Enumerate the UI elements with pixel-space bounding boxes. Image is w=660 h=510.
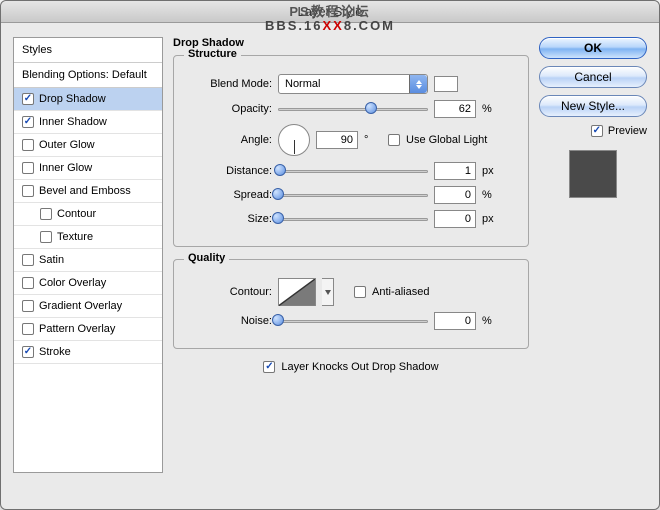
anti-aliased-checkbox[interactable] [354, 286, 366, 298]
checkbox-inner-shadow[interactable] [22, 116, 34, 128]
new-style-button[interactable]: New Style... [539, 95, 647, 117]
checkbox-stroke[interactable] [22, 346, 34, 358]
blending-options[interactable]: Blending Options: Default [14, 63, 162, 88]
contour-label: Contour: [186, 286, 272, 298]
style-label: Satin [39, 254, 64, 266]
opacity-slider[interactable] [278, 102, 428, 116]
angle-label: Angle: [186, 134, 272, 146]
style-label: Stroke [39, 346, 71, 358]
checkbox-contour[interactable] [40, 208, 52, 220]
distance-input[interactable] [434, 162, 476, 180]
spread-unit: % [482, 189, 500, 201]
opacity-input[interactable] [434, 100, 476, 118]
style-row-outer-glow[interactable]: Outer Glow [14, 134, 162, 157]
ok-button[interactable]: OK [539, 37, 647, 59]
spread-label: Spread: [186, 189, 272, 201]
knockout-label: Layer Knocks Out Drop Shadow [281, 361, 438, 373]
checkbox-pattern-overlay[interactable] [22, 323, 34, 335]
structure-title: Structure [184, 48, 241, 60]
checkbox-color-overlay[interactable] [22, 277, 34, 289]
use-global-light-checkbox[interactable] [388, 134, 400, 146]
layer-style-dialog: Layer Style PS教程论坛 BBS.16XX8.COM Styles … [0, 0, 660, 510]
style-label: Outer Glow [39, 139, 95, 151]
checkbox-texture[interactable] [40, 231, 52, 243]
dialog-title: Layer Style [297, 4, 362, 19]
style-row-drop-shadow[interactable]: Drop Shadow [14, 88, 162, 111]
contour-dropdown-button[interactable] [322, 278, 334, 306]
cancel-button[interactable]: Cancel [539, 66, 647, 88]
knockout-checkbox[interactable] [263, 361, 275, 373]
preview-label: Preview [608, 125, 647, 137]
noise-slider[interactable] [278, 314, 428, 328]
distance-label: Distance: [186, 165, 272, 177]
preview-thumbnail [569, 150, 617, 198]
style-row-stroke[interactable]: Stroke [14, 341, 162, 364]
noise-label: Noise: [186, 315, 272, 327]
noise-input[interactable] [434, 312, 476, 330]
style-label: Color Overlay [39, 277, 106, 289]
quality-title: Quality [184, 252, 229, 264]
size-input[interactable] [434, 210, 476, 228]
use-global-light-label: Use Global Light [406, 134, 487, 146]
checkbox-inner-glow[interactable] [22, 162, 34, 174]
styles-panel: Styles Blending Options: Default Drop Sh… [13, 37, 163, 473]
style-row-bevel-emboss[interactable]: Bevel and Emboss [14, 180, 162, 203]
spread-input[interactable] [434, 186, 476, 204]
style-row-pattern-overlay[interactable]: Pattern Overlay [14, 318, 162, 341]
style-row-inner-shadow[interactable]: Inner Shadow [14, 111, 162, 134]
angle-input[interactable] [316, 131, 358, 149]
right-column: OK Cancel New Style... Preview [539, 37, 647, 473]
checkbox-gradient-overlay[interactable] [22, 300, 34, 312]
checkbox-bevel-emboss[interactable] [22, 185, 34, 197]
blend-mode-value: Normal [285, 78, 320, 90]
blend-mode-label: Blend Mode: [186, 78, 272, 90]
anti-aliased-label: Anti-aliased [372, 286, 429, 298]
opacity-label: Opacity: [186, 103, 272, 115]
contour-picker[interactable] [278, 278, 316, 306]
style-label: Contour [57, 208, 96, 220]
style-row-inner-glow[interactable]: Inner Glow [14, 157, 162, 180]
style-label: Texture [57, 231, 93, 243]
titlebar: Layer Style [1, 1, 659, 23]
style-label: Inner Shadow [39, 116, 107, 128]
size-slider[interactable] [278, 212, 428, 226]
style-label: Drop Shadow [39, 93, 106, 105]
styles-header[interactable]: Styles [14, 38, 162, 63]
angle-dial[interactable] [278, 124, 310, 156]
style-row-gradient-overlay[interactable]: Gradient Overlay [14, 295, 162, 318]
spread-slider[interactable] [278, 188, 428, 202]
style-label: Bevel and Emboss [39, 185, 131, 197]
style-row-satin[interactable]: Satin [14, 249, 162, 272]
noise-unit: % [482, 315, 500, 327]
distance-unit: px [482, 165, 500, 177]
style-label: Pattern Overlay [39, 323, 115, 335]
shadow-color-swatch[interactable] [434, 76, 458, 92]
style-row-texture[interactable]: Texture [14, 226, 162, 249]
checkbox-outer-glow[interactable] [22, 139, 34, 151]
checkbox-satin[interactable] [22, 254, 34, 266]
chevron-updown-icon [409, 75, 427, 93]
opacity-unit: % [482, 103, 500, 115]
quality-group: Quality Contour: Anti-aliased Noise: [173, 259, 529, 349]
settings-panel: Drop Shadow Structure Blend Mode: Normal… [173, 37, 529, 473]
structure-group: Structure Blend Mode: Normal Opacity: [173, 55, 529, 247]
size-label: Size: [186, 213, 272, 225]
distance-slider[interactable] [278, 164, 428, 178]
style-row-color-overlay[interactable]: Color Overlay [14, 272, 162, 295]
style-row-contour[interactable]: Contour [14, 203, 162, 226]
preview-checkbox[interactable] [591, 125, 603, 137]
style-label: Gradient Overlay [39, 300, 122, 312]
style-label: Inner Glow [39, 162, 92, 174]
blend-mode-select[interactable]: Normal [278, 74, 428, 94]
checkbox-drop-shadow[interactable] [22, 93, 34, 105]
size-unit: px [482, 213, 500, 225]
angle-unit: ° [364, 134, 382, 146]
